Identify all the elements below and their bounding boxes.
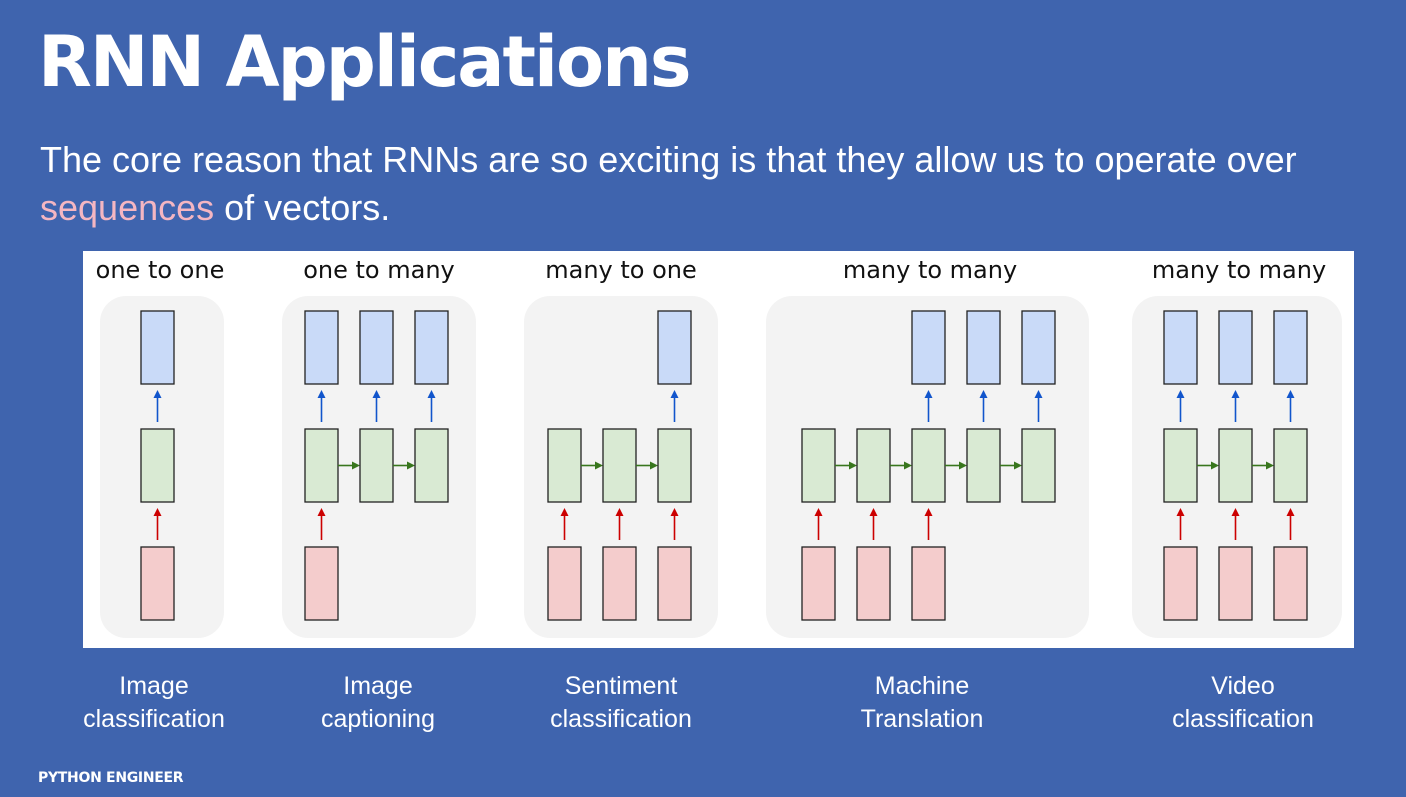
caption-line: Translation — [860, 705, 984, 733]
hidden-state-box — [140, 428, 175, 503]
output-box — [657, 310, 692, 385]
hidden-state-box — [304, 428, 339, 503]
output-box — [1273, 310, 1308, 385]
caption-line: Machine — [874, 672, 970, 700]
caption-line: classification — [83, 705, 225, 733]
output-box — [414, 310, 449, 385]
input-box — [304, 546, 339, 621]
caption-line: Sentiment — [564, 672, 678, 700]
hidden-state-box — [1273, 428, 1308, 503]
caption-line: classification — [550, 705, 692, 733]
input-box — [911, 546, 946, 621]
hidden-state-box — [801, 428, 836, 503]
caption-line: Image — [343, 672, 413, 700]
hidden-state-box — [1163, 428, 1198, 503]
input-box — [1218, 546, 1253, 621]
hidden-state-box — [911, 428, 946, 503]
output-box — [359, 310, 394, 385]
hidden-state-box — [602, 428, 637, 503]
hidden-state-box — [657, 428, 692, 503]
hidden-state-box — [966, 428, 1001, 503]
caption-line: Video — [1211, 672, 1275, 700]
output-box — [140, 310, 175, 385]
caption-line: captioning — [321, 705, 435, 733]
input-box — [1163, 546, 1198, 621]
caption-image-classification: Image classification — [24, 670, 284, 736]
hidden-state-box — [414, 428, 449, 503]
input-box — [602, 546, 637, 621]
hidden-state-box — [1021, 428, 1056, 503]
panel-label: one to many — [303, 256, 455, 284]
hidden-state-box — [1218, 428, 1253, 503]
rnn-diagram-svg: one to one one to many many to one many to … — [96, 256, 1342, 638]
input-box — [547, 546, 582, 621]
subtitle-highlight: sequences — [40, 187, 215, 228]
output-box — [1021, 310, 1056, 385]
caption-sentiment-classification: Sentiment classification — [491, 670, 751, 736]
slide-subtitle: The core reason that RNNs are so excitin… — [40, 136, 1340, 232]
caption-line: classification — [1172, 705, 1314, 733]
input-box — [657, 546, 692, 621]
input-box — [801, 546, 836, 621]
output-box — [966, 310, 1001, 385]
caption-image-captioning: Image captioning — [248, 670, 508, 736]
input-box — [1273, 546, 1308, 621]
panel-label: many to many — [843, 256, 1017, 284]
output-box — [1218, 310, 1253, 385]
slide-title: RNN Applications — [38, 21, 692, 103]
output-box — [911, 310, 946, 385]
output-box — [1163, 310, 1198, 385]
hidden-state-box — [359, 428, 394, 503]
input-box — [140, 546, 175, 621]
caption-line: Image — [119, 672, 189, 700]
panel-label: many to many — [1152, 256, 1326, 284]
hidden-state-box — [856, 428, 891, 503]
panel-label: one to one — [96, 256, 225, 284]
caption-video-classification: Video classification — [1113, 670, 1373, 736]
footer-brand: PYTHON ENGINEER — [38, 770, 184, 786]
panel-label: many to one — [545, 256, 697, 284]
input-box — [856, 546, 891, 621]
subtitle-text-end: of vectors. — [214, 187, 391, 228]
caption-machine-translation: Machine Translation — [792, 670, 1052, 736]
subtitle-text-start: The core reason that RNNs are so excitin… — [40, 139, 1297, 180]
hidden-state-box — [547, 428, 582, 503]
rnn-diagram: one to one one to many many to one many to … — [83, 251, 1354, 648]
output-box — [304, 310, 339, 385]
